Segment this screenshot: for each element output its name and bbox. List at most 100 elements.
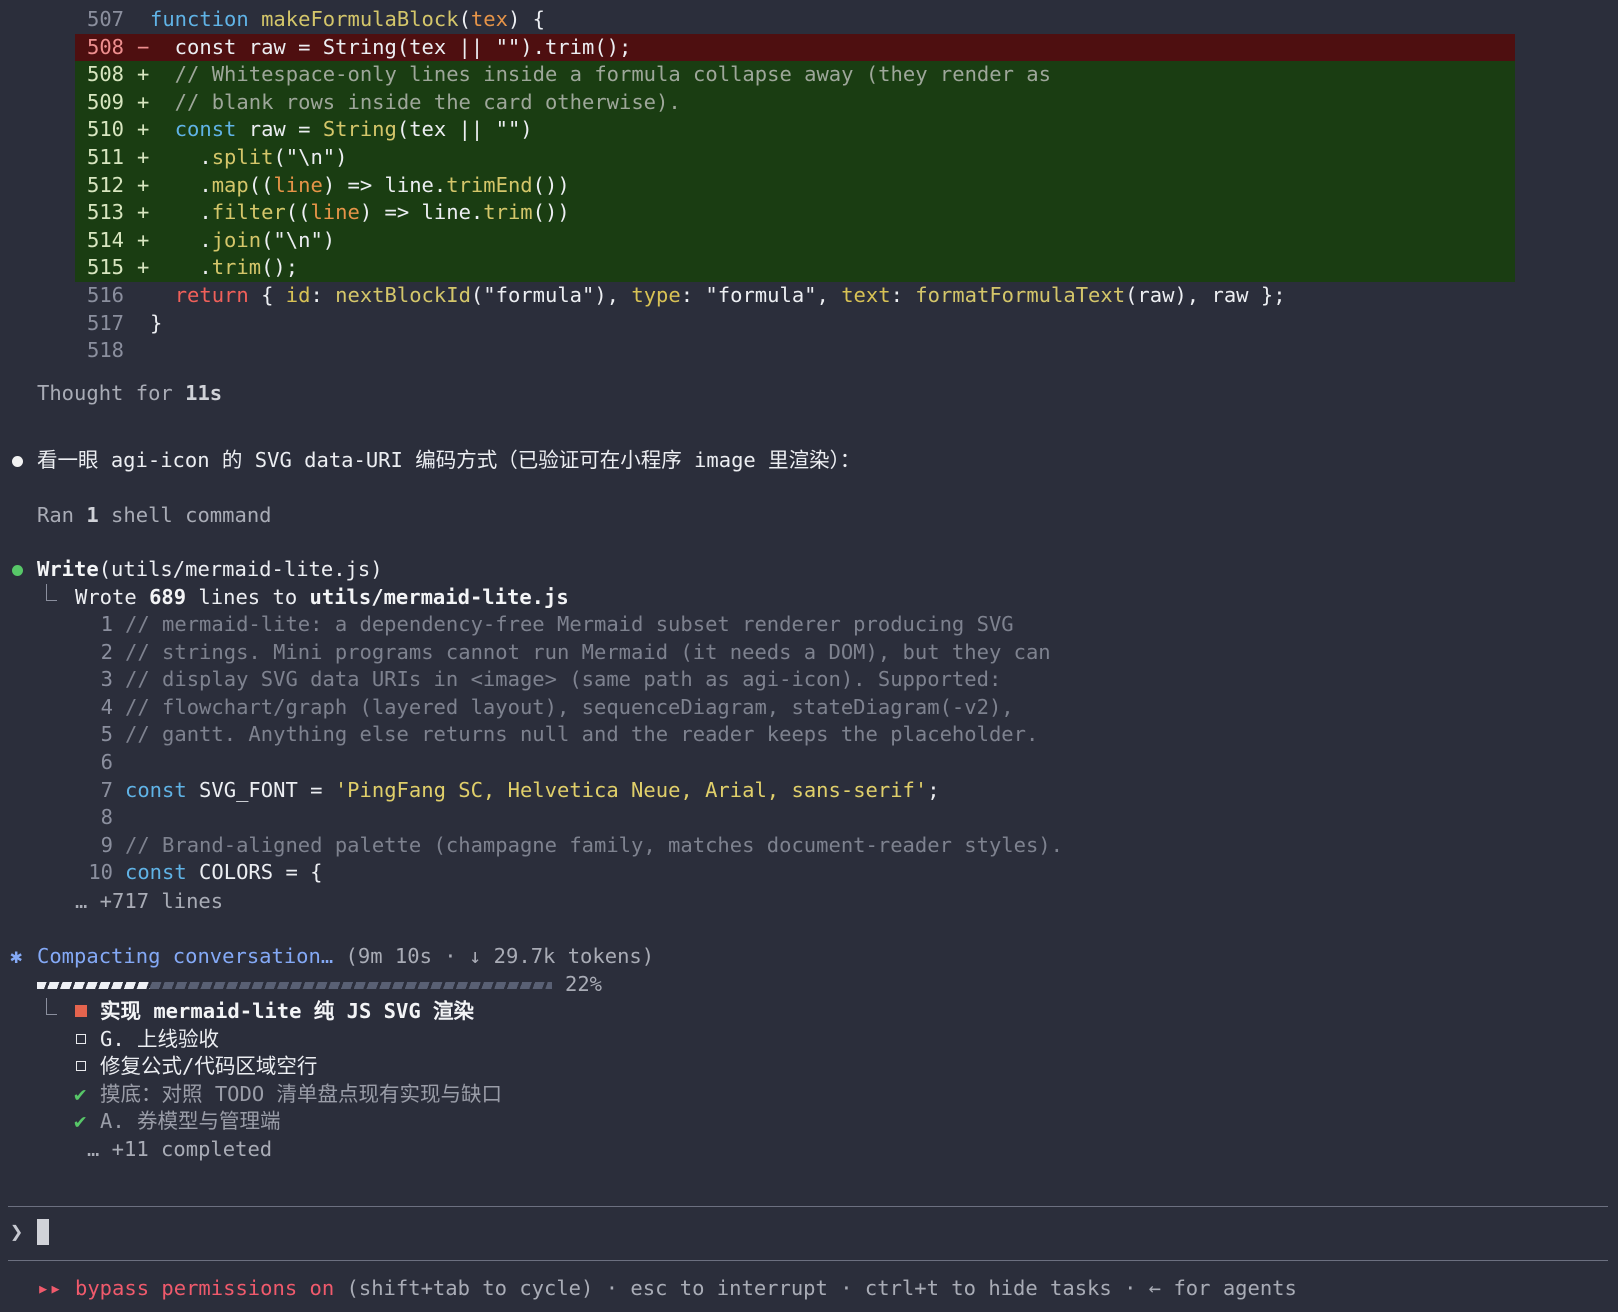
code-token: line bbox=[273, 172, 323, 197]
line-number: 508 bbox=[87, 62, 125, 87]
write-result-prefix: Wrote bbox=[75, 585, 150, 609]
code-token: const bbox=[125, 860, 187, 885]
code-token: return bbox=[174, 283, 249, 307]
task-item[interactable]: ✔ A. 券模型与管理端 bbox=[0, 1108, 1618, 1136]
line-number: 518 bbox=[87, 338, 125, 363]
task-item[interactable]: G. 上线验收 bbox=[0, 1026, 1618, 1054]
code-token: // Whitespace-only lines inside a formul… bbox=[150, 62, 1051, 87]
code-token: ()) bbox=[532, 200, 570, 225]
code-token: ("\n") bbox=[261, 227, 336, 252]
bypass-mode-label[interactable]: bypass permissions on bbox=[75, 1276, 334, 1300]
line-number: 3 bbox=[100, 667, 113, 692]
footer-hint: (shift+tab to cycle) · esc to interrupt … bbox=[334, 1276, 1297, 1300]
line-number: 512 bbox=[87, 172, 125, 197]
line-number: 509 bbox=[87, 89, 125, 114]
diff-line-context: 507 function makeFormulaBlock(tex) { bbox=[0, 6, 1618, 34]
code-token: ( bbox=[458, 7, 471, 31]
line-number: 516 bbox=[87, 283, 125, 307]
ran-prefix: Ran bbox=[37, 503, 87, 527]
code-token: const bbox=[125, 777, 187, 802]
code-token: // display SVG data URIs in <image> (sam… bbox=[125, 667, 1002, 692]
code-token: ()) bbox=[532, 172, 570, 197]
compacting-meta: (9m 10s · ↓ 29.7k tokens) bbox=[333, 944, 655, 968]
code-token: . bbox=[150, 227, 212, 252]
code-text: const raw = String(tex || "") bbox=[150, 116, 533, 144]
ran-line[interactable]: Ran 1 shell command bbox=[0, 502, 1618, 530]
code-text: .join("\n") bbox=[150, 227, 335, 255]
code-text: .trim(); bbox=[150, 254, 298, 282]
progress-percent: 22% bbox=[565, 972, 603, 996]
code-token: tex bbox=[470, 7, 508, 31]
write-tool-header[interactable]: Write(utils/mermaid-lite.js) bbox=[0, 556, 1618, 584]
code-text: .filter((line) => line.trim()) bbox=[150, 199, 570, 227]
code-token: ) => line. bbox=[322, 172, 447, 197]
code-text: .map((line) => line.trimEnd()) bbox=[150, 172, 570, 200]
code-token: ("formula"), bbox=[470, 283, 632, 307]
code-text: // Whitespace-only lines inside a formul… bbox=[150, 61, 1051, 89]
diff-line-context: 516 return { id: nextBlockId("formula"),… bbox=[0, 282, 1618, 310]
code-token: ("\n") bbox=[273, 145, 348, 169]
code-token: (( bbox=[285, 200, 311, 225]
prompt-input[interactable] bbox=[37, 1219, 49, 1245]
task-label: 摸底：对照 TODO 清单盘点现有实现与缺口 bbox=[100, 1081, 503, 1106]
diff-plus-marker: + bbox=[137, 117, 150, 142]
preview-line: 8 bbox=[0, 804, 1618, 832]
code-text: // mermaid-lite: a dependency-free Merma… bbox=[125, 611, 1014, 639]
tree-elbow-icon bbox=[46, 584, 57, 601]
code-token: text bbox=[841, 283, 891, 307]
line-number: 508 bbox=[87, 34, 125, 59]
task-item[interactable]: 实现 mermaid-lite 纯 JS SVG 渲染 bbox=[0, 998, 1618, 1026]
diff-plus-marker: + bbox=[137, 89, 150, 114]
code-token: filter bbox=[211, 200, 286, 225]
tasks-more[interactable]: … +11 completed bbox=[0, 1136, 1618, 1164]
code-token: function bbox=[150, 7, 249, 31]
code-token: . bbox=[150, 145, 212, 169]
assistant-message: 看一眼 agi-icon 的 SVG data-URI 编码方式（已验证可在小程… bbox=[0, 447, 1618, 475]
code-token: nextBlockId bbox=[335, 283, 471, 307]
task-item[interactable]: ✔ 摸底：对照 TODO 清单盘点现有实现与缺口 bbox=[0, 1081, 1618, 1109]
preview-line: 5 // gantt. Anything else returns null an… bbox=[0, 721, 1618, 749]
code-text: // display SVG data URIs in <image> (sam… bbox=[125, 666, 1001, 694]
code-token: split bbox=[211, 145, 274, 169]
code-token: // Brand-aligned palette (champagne fami… bbox=[125, 832, 1063, 857]
code-token: trim bbox=[483, 200, 533, 225]
code-token: ) { bbox=[507, 7, 545, 31]
message-text: 看一眼 agi-icon 的 SVG data-URI 编码方式（已验证可在小程… bbox=[37, 448, 861, 472]
diff-plus-marker: + bbox=[137, 172, 150, 197]
line-number: 5 bbox=[100, 722, 113, 747]
write-more-lines[interactable]: … +717 lines bbox=[0, 888, 1618, 916]
code-text: } bbox=[150, 310, 162, 338]
progress-percent-row: 22% bbox=[0, 971, 1618, 999]
line-number: 515 bbox=[87, 255, 125, 280]
thought-duration: 11s bbox=[185, 381, 223, 405]
code-token: type bbox=[631, 283, 681, 307]
preview-line: 1 // mermaid-lite: a dependency-free Merm… bbox=[0, 611, 1618, 639]
code-token: line bbox=[310, 200, 360, 225]
write-tool-arg: (utils/mermaid-lite.js) bbox=[98, 557, 383, 581]
preview-line: 7 const SVG_FONT = 'PingFang SC, Helvetic… bbox=[0, 777, 1618, 805]
task-item[interactable]: 修复公式/代码区域空行 bbox=[0, 1053, 1618, 1081]
code-token: ) => line. bbox=[359, 200, 484, 225]
compacting-status: ✱ Compacting conversation… (9m 10s · ↓ 2… bbox=[0, 943, 1618, 971]
code-token: (raw), raw }; bbox=[1125, 283, 1286, 307]
code-token: 'PingFang SC, Helvetica Neue, Arial, san… bbox=[334, 777, 928, 802]
code-text: const SVG_FONT = 'PingFang SC, Helvetica… bbox=[125, 777, 940, 805]
code-token: const raw = String(tex || "").trim(); bbox=[150, 34, 632, 59]
code-token: } bbox=[150, 310, 163, 335]
code-text: return { id: nextBlockId("formula"), typ… bbox=[150, 282, 1286, 310]
code-text: // Brand-aligned palette (champagne fami… bbox=[125, 832, 1063, 860]
input-bottom-divider bbox=[8, 1260, 1608, 1261]
code-text: // strings. Mini programs cannot run Mer… bbox=[125, 639, 1051, 667]
code-text: const COLORS = { bbox=[125, 859, 322, 887]
code-token: makeFormulaBlock bbox=[261, 7, 459, 31]
checkmark-icon: ✔ bbox=[74, 1081, 87, 1106]
code-token: trim bbox=[211, 255, 262, 280]
code-token: . bbox=[150, 200, 212, 225]
code-token: // blank rows inside the card otherwise)… bbox=[150, 89, 681, 114]
line-number: 510 bbox=[87, 117, 125, 142]
diff-line-context: 517} bbox=[0, 310, 1618, 338]
preview-line: 10 const COLORS = { bbox=[0, 859, 1618, 887]
line-number: 8 bbox=[100, 805, 113, 830]
pending-checkbox-icon bbox=[76, 1033, 86, 1044]
